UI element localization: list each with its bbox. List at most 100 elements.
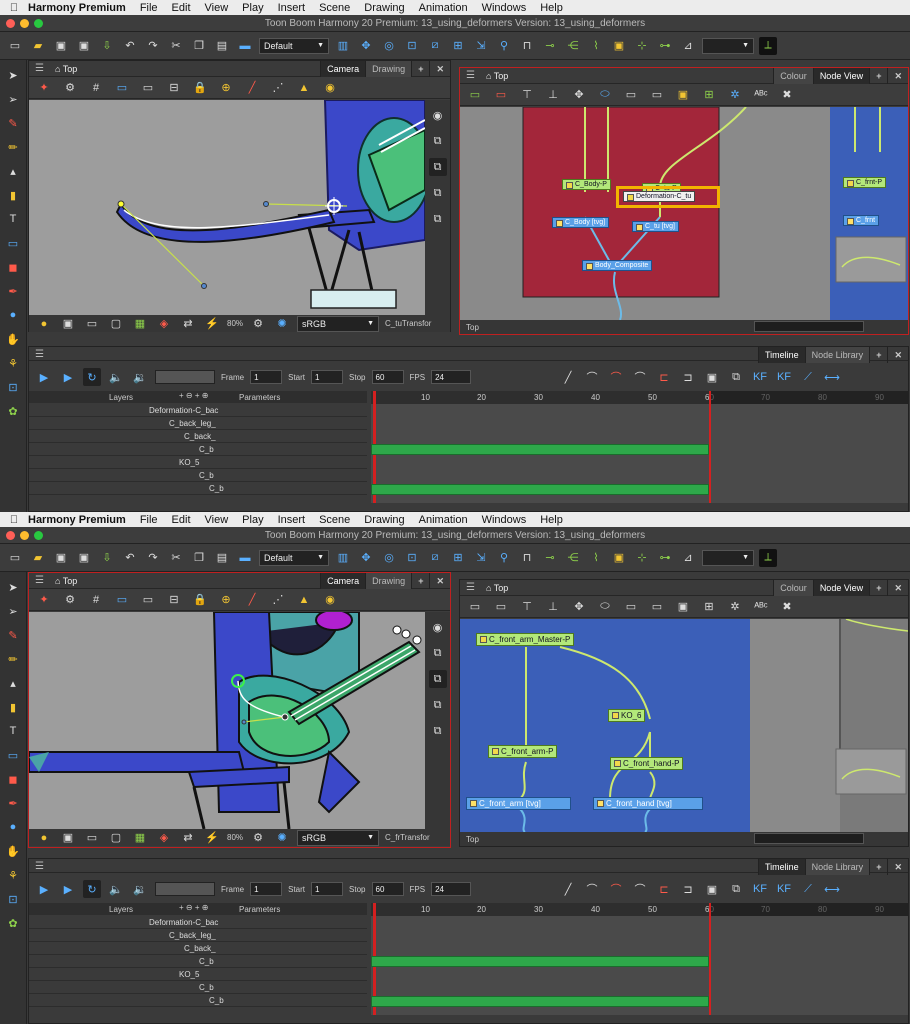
skew-tool-icon[interactable]: ⧄: [426, 549, 444, 567]
bulb-icon[interactable]: ▲: [295, 591, 313, 609]
node-graph-area[interactable]: C_front_arm_Master-P KO_6 C_front_arm-P …: [460, 619, 908, 832]
playback-speed-slider[interactable]: [155, 882, 215, 896]
menu-view[interactable]: View: [205, 514, 229, 526]
brush-tool-icon[interactable]: ✎: [4, 114, 22, 132]
frames-panel[interactable]: 10 20 30 40 50 60 70 80 90: [371, 391, 908, 503]
zoom-settings-icon[interactable]: ⚙: [249, 829, 267, 847]
undo-icon[interactable]: ↶: [121, 37, 139, 55]
colorspace-select[interactable]: sRGB ▼: [297, 315, 380, 332]
peg-node-icon[interactable]: ▭: [466, 598, 484, 616]
ease-both-icon[interactable]: ⌒: [631, 368, 649, 386]
bone-tool-icon[interactable]: ⚲: [495, 37, 513, 55]
paste-icon[interactable]: ▤: [213, 37, 231, 55]
lock-icon[interactable]: 🔒: [191, 591, 209, 609]
lock-unlock-icon[interactable]: ⊕: [217, 591, 235, 609]
motion-key-icon[interactable]: ▣: [703, 880, 721, 898]
lock-status-icon[interactable]: ▢: [107, 315, 125, 333]
node-search-input[interactable]: [754, 321, 864, 332]
panel-menu-icon[interactable]: ☰: [466, 70, 475, 81]
fps-field[interactable]: 24: [431, 882, 472, 896]
play-icon[interactable]: ▶: [35, 880, 53, 898]
rotate-tool-icon[interactable]: ◎: [380, 549, 398, 567]
key-tangent-icon[interactable]: ⟋: [799, 880, 817, 898]
add-tab-icon[interactable]: +: [869, 859, 887, 875]
menu-drawing[interactable]: Drawing: [364, 514, 404, 526]
workspace-manager-icon[interactable]: ▥: [334, 549, 352, 567]
stop-motion-icon[interactable]: ⊐: [679, 368, 697, 386]
ik-tool-icon[interactable]: ⊓: [518, 549, 536, 567]
ik-tool-icon[interactable]: ⊓: [518, 37, 536, 55]
zoom-level[interactable]: 80%: [227, 833, 243, 842]
graph-node[interactable]: Body_Composite: [582, 260, 653, 271]
close-panel-icon[interactable]: ✕: [887, 859, 908, 875]
layer-stack-icon[interactable]: ⧉: [429, 210, 447, 228]
camera-viewport[interactable]: [29, 612, 425, 829]
eye-icon[interactable]: ◉: [429, 106, 447, 124]
reset-deformer-icon[interactable]: ⊶: [656, 549, 674, 567]
delete-keyframe-icon[interactable]: KF: [775, 368, 793, 386]
display-icon[interactable]: ▭: [622, 86, 640, 104]
render-icon[interactable]: ▦: [131, 315, 149, 333]
ease-out-icon[interactable]: ⌒: [607, 368, 625, 386]
graph-node[interactable]: C_front_arm-P: [488, 745, 558, 758]
paint-tool-icon[interactable]: ◼: [4, 258, 22, 276]
exposure-bar[interactable]: [371, 956, 709, 967]
ease-in-icon[interactable]: ⌒: [583, 880, 601, 898]
loop-icon[interactable]: ↻: [83, 880, 101, 898]
graph-node[interactable]: C_front_arm [tvg]: [466, 797, 571, 810]
add-tab-icon[interactable]: +: [411, 61, 429, 77]
layer-row[interactable]: C_b: [29, 994, 367, 1007]
constant-icon[interactable]: ⊏: [655, 880, 673, 898]
view-settings-icon[interactable]: ⚙: [61, 79, 79, 97]
sound-icon[interactable]: 🔈: [107, 880, 125, 898]
menu-file[interactable]: File: [140, 514, 158, 526]
menu-file[interactable]: File: [140, 2, 158, 14]
redo-icon[interactable]: ↷: [144, 549, 162, 567]
layer-stack-selected-icon[interactable]: ⧉: [428, 158, 447, 176]
peg-node-icon[interactable]: ▭: [466, 86, 484, 104]
tab-drawing[interactable]: Drawing: [365, 573, 412, 589]
close-panel-icon[interactable]: ✕: [887, 347, 908, 363]
new-scene-icon[interactable]: ▭: [6, 37, 24, 55]
transform-tool-icon[interactable]: ✥: [357, 549, 375, 567]
display-icon[interactable]: ▭: [622, 598, 640, 616]
composite-icon[interactable]: ⬭: [596, 86, 614, 104]
node-layout-icon[interactable]: ⊞: [700, 86, 718, 104]
play-selection-icon[interactable]: ▶: [59, 880, 77, 898]
move-icon[interactable]: ✥: [570, 598, 588, 616]
close-panel-icon[interactable]: ✕: [887, 580, 908, 596]
frame-icon[interactable]: ▭: [83, 829, 101, 847]
contour-editor-icon[interactable]: ➢: [4, 602, 22, 620]
add-tab-icon[interactable]: +: [869, 68, 887, 84]
spline-offset-icon[interactable]: ⇲: [472, 549, 490, 567]
panel-menu-icon[interactable]: ☰: [35, 861, 44, 872]
add-keyframe-icon[interactable]: KF: [751, 880, 769, 898]
app-name[interactable]: Harmony Premium: [28, 2, 126, 14]
tab-node-view[interactable]: Node View: [812, 68, 870, 84]
zoom-level[interactable]: 80%: [227, 319, 243, 328]
end-marker[interactable]: [709, 903, 711, 1015]
copy-icon[interactable]: ❐: [190, 549, 208, 567]
extend-exposure-icon[interactable]: ⧉: [727, 880, 745, 898]
spline-offset-icon[interactable]: ⇲: [472, 37, 490, 55]
stop-motion-icon[interactable]: ⊐: [679, 880, 697, 898]
onion-skin-icon[interactable]: ✦: [35, 79, 53, 97]
polyline-tool-icon[interactable]: ⋰: [269, 79, 287, 97]
close-panel-icon[interactable]: ✕: [429, 573, 450, 589]
line-tool-icon[interactable]: ╱: [243, 591, 261, 609]
fps-field[interactable]: 24: [431, 370, 472, 384]
frame-icon[interactable]: ▭: [83, 315, 101, 333]
rectangle-tool-icon[interactable]: ▭: [4, 234, 22, 252]
stamp-tool-icon[interactable]: ▴: [4, 162, 22, 180]
scale-tool-icon[interactable]: ⊡: [403, 37, 421, 55]
zoom-window-button[interactable]: [34, 19, 43, 28]
show-strokes-icon[interactable]: ▭: [113, 79, 131, 97]
apple-icon[interactable]: : [0, 514, 28, 526]
node-breadcrumb[interactable]: ⌂ Top: [486, 583, 508, 593]
rigging-tool-icon[interactable]: ⚘: [4, 866, 22, 884]
group-icon[interactable]: ⊤: [518, 598, 536, 616]
composite-icon[interactable]: ⬭: [596, 598, 614, 616]
deformer-select[interactable]: ▼: [702, 549, 754, 566]
import-icon[interactable]: ⇩: [98, 37, 116, 55]
menu-view[interactable]: View: [205, 2, 229, 14]
